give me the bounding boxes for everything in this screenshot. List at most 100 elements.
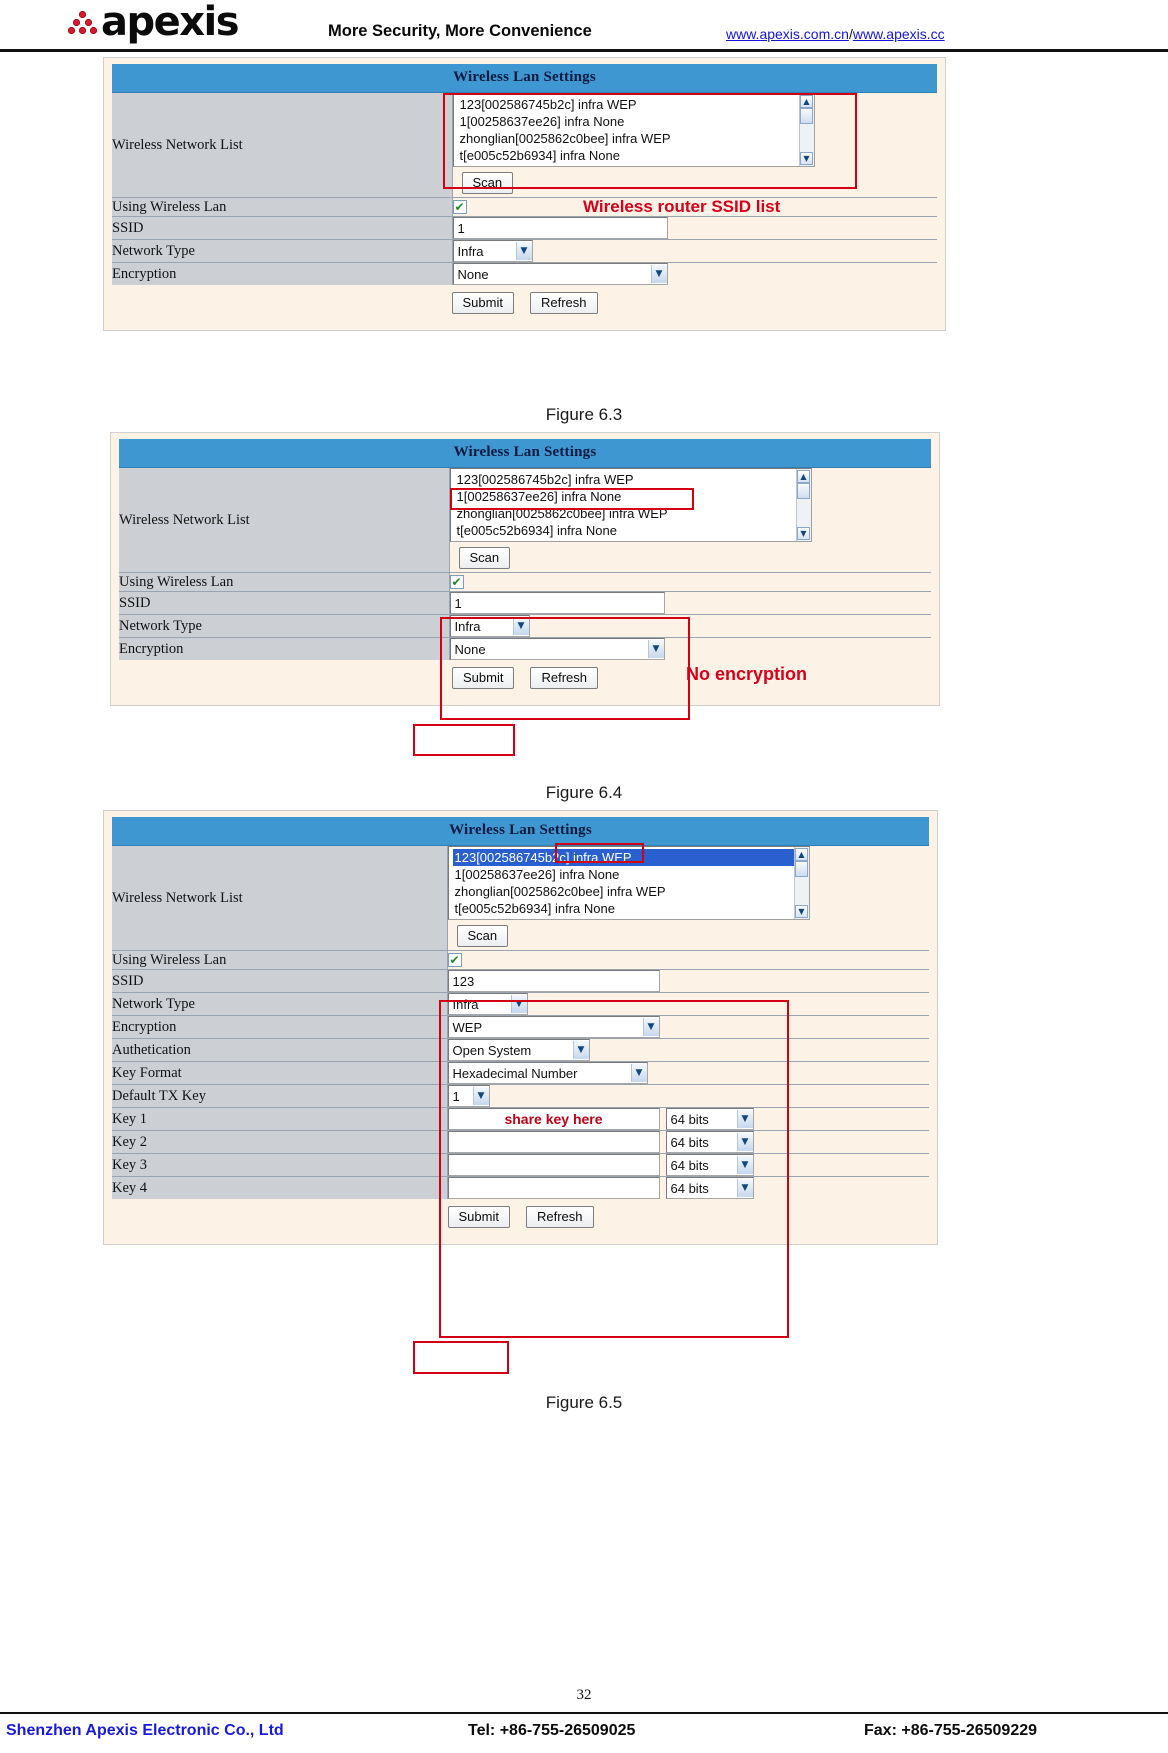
wireless-network-listbox[interactable]: 123[002586745b2c] infra WEP 1[00258637ee… bbox=[452, 93, 815, 167]
header-tagline: More Security, More Convenience bbox=[328, 22, 592, 40]
list-item[interactable]: 1[00258637ee26] infra None bbox=[455, 488, 796, 505]
using-wireless-lan-checkbox[interactable]: ✔ bbox=[449, 575, 464, 589]
key-format-select[interactable]: Hexadecimal Number ▼ bbox=[447, 1062, 648, 1084]
chevron-down-icon[interactable]: ▼ bbox=[512, 617, 529, 635]
key-2-bits-select[interactable]: 64 bits ▼ bbox=[665, 1131, 754, 1153]
list-item[interactable]: 123[002586745b2c] infra WEP bbox=[458, 96, 799, 113]
encryption-select[interactable]: None ▼ bbox=[452, 263, 668, 285]
encryption-select[interactable]: None ▼ bbox=[449, 638, 665, 660]
network-list-cell: 123[002586745b2c] infra WEP 1[00258637ee… bbox=[447, 846, 929, 951]
chevron-down-icon[interactable]: ▼ bbox=[515, 242, 532, 260]
chevron-down-icon[interactable]: ▼ bbox=[736, 1156, 753, 1174]
using-wireless-lan-label: Using Wireless Lan bbox=[112, 950, 448, 970]
scroll-down-icon[interactable]: ▼ bbox=[800, 152, 813, 165]
table-row: Network Type Infra ▼ bbox=[112, 239, 937, 263]
list-item[interactable]: zhonglian[0025862c0bee] infra WEP bbox=[458, 130, 799, 147]
chevron-down-icon[interactable]: ▼ bbox=[630, 1064, 647, 1082]
ssid-input[interactable]: 123 bbox=[447, 970, 660, 992]
scan-button[interactable]: Scan bbox=[456, 925, 509, 947]
figure-caption-6-4: Figure 6.4 bbox=[545, 783, 623, 802]
using-wireless-lan-cell: ✔ bbox=[449, 572, 931, 592]
list-item[interactable]: t[e005c52b6934] infra None bbox=[455, 522, 796, 539]
chevron-down-icon[interactable]: ▼ bbox=[510, 995, 527, 1013]
authentication-label: Authetication bbox=[112, 1038, 448, 1062]
scroll-up-icon[interactable]: ▲ bbox=[800, 95, 813, 108]
scroll-down-icon[interactable]: ▼ bbox=[797, 527, 810, 540]
chevron-down-icon[interactable]: ▼ bbox=[572, 1041, 589, 1059]
network-type-select[interactable]: Infra ▼ bbox=[447, 993, 528, 1015]
scroll-up-icon[interactable]: ▲ bbox=[795, 848, 808, 861]
authentication-select[interactable]: Open System ▼ bbox=[447, 1039, 590, 1061]
table-row: Encryption WEP ▼ bbox=[112, 1015, 929, 1039]
list-item[interactable]: t[e005c52b6934] infra None bbox=[453, 900, 794, 917]
encryption-label: Encryption bbox=[119, 637, 450, 660]
network-type-cell: Infra ▼ bbox=[452, 239, 937, 263]
listbox-scrollbar[interactable]: ▲ ▼ bbox=[798, 94, 814, 166]
key-1-bits-select[interactable]: 64 bits ▼ bbox=[665, 1108, 754, 1130]
chevron-down-icon[interactable]: ▼ bbox=[472, 1087, 489, 1105]
website-link-cn[interactable]: www.apexis.com.cn bbox=[726, 26, 849, 42]
list-item[interactable]: t[e005c52b6934] infra None bbox=[458, 147, 799, 164]
wireless-network-listbox[interactable]: 123[002586745b2c] infra WEP 1[00258637ee… bbox=[447, 846, 810, 920]
key-2-bits-value: 64 bits bbox=[670, 1134, 709, 1150]
chevron-down-icon[interactable]: ▼ bbox=[736, 1179, 753, 1197]
key-3-label: Key 3 bbox=[112, 1153, 448, 1177]
refresh-button[interactable]: Refresh bbox=[529, 292, 598, 314]
figure-6-5: Wireless Lan Settings Wireless Network L… bbox=[103, 810, 938, 1374]
figure-6-4: Wireless Lan Settings Wireless Network L… bbox=[110, 432, 940, 756]
scroll-up-icon[interactable]: ▲ bbox=[797, 470, 810, 483]
default-tx-key-select[interactable]: 1 ▼ bbox=[447, 1085, 490, 1107]
list-item[interactable]: 123[002586745b2c] infra WEP bbox=[455, 471, 796, 488]
table-row: SSID 123 bbox=[112, 969, 929, 993]
website-link-cc[interactable]: www.apexis.cc bbox=[853, 26, 945, 42]
using-wireless-lan-checkbox[interactable]: ✔ bbox=[452, 200, 467, 214]
ssid-input[interactable]: 1 bbox=[449, 592, 665, 614]
scrollbar-thumb[interactable] bbox=[800, 108, 813, 124]
list-item[interactable]: 1[00258637ee26] infra None bbox=[453, 866, 794, 883]
chevron-down-icon[interactable]: ▼ bbox=[642, 1018, 659, 1036]
key-4-input[interactable] bbox=[447, 1177, 660, 1199]
key-3-cell: 64 bits ▼ bbox=[447, 1153, 929, 1177]
submit-button[interactable]: Submit bbox=[451, 292, 514, 314]
list-item[interactable]: zhonglian[0025862c0bee] infra WEP bbox=[455, 505, 796, 522]
refresh-button[interactable]: Refresh bbox=[530, 667, 598, 689]
listbox-scrollbar[interactable]: ▲ ▼ bbox=[793, 847, 809, 919]
ssid-input[interactable]: 1 bbox=[452, 217, 668, 239]
submit-button[interactable]: Submit bbox=[452, 667, 515, 689]
wireless-network-listbox[interactable]: 123[002586745b2c] infra WEP 1[00258637ee… bbox=[449, 468, 812, 542]
key-2-input[interactable] bbox=[447, 1131, 660, 1153]
key-1-input[interactable]: share key here bbox=[447, 1108, 660, 1130]
encryption-select[interactable]: WEP ▼ bbox=[447, 1016, 660, 1038]
network-type-select[interactable]: Infra ▼ bbox=[449, 615, 530, 637]
network-type-value: Infra bbox=[454, 618, 481, 634]
chevron-down-icon[interactable]: ▼ bbox=[736, 1110, 753, 1128]
scroll-down-icon[interactable]: ▼ bbox=[795, 905, 808, 918]
refresh-button[interactable]: Refresh bbox=[525, 1206, 594, 1228]
scan-button[interactable]: Scan bbox=[458, 547, 511, 569]
list-item[interactable]: zhonglian[0025862c0bee] infra WEP bbox=[453, 883, 794, 900]
scan-button[interactable]: Scan bbox=[461, 172, 514, 194]
table-row: Wireless Network List 123[002586745b2c] … bbox=[112, 846, 929, 951]
chevron-down-icon[interactable]: ▼ bbox=[650, 265, 667, 283]
network-type-select[interactable]: Infra ▼ bbox=[452, 240, 533, 262]
scrollbar-thumb[interactable] bbox=[797, 483, 810, 499]
wireless-lan-settings-panel-64: Wireless Lan Settings Wireless Network L… bbox=[110, 432, 940, 706]
highlight-submit-button bbox=[413, 724, 515, 756]
key-3-bits-select[interactable]: 64 bits ▼ bbox=[665, 1154, 754, 1176]
encryption-cell: None ▼ bbox=[449, 637, 931, 660]
chevron-down-icon[interactable]: ▼ bbox=[647, 640, 664, 658]
key-3-input[interactable] bbox=[447, 1154, 660, 1176]
network-type-label: Network Type bbox=[119, 614, 450, 638]
scrollbar-thumb[interactable] bbox=[795, 861, 808, 877]
panel-title: Wireless Lan Settings bbox=[112, 64, 937, 93]
list-item[interactable]: 123[002586745b2c] infra WEP bbox=[452, 849, 794, 866]
using-wireless-lan-checkbox[interactable]: ✔ bbox=[447, 953, 462, 967]
list-item[interactable]: 1[00258637ee26] infra None bbox=[458, 113, 799, 130]
listbox-scrollbar[interactable]: ▲ ▼ bbox=[795, 469, 811, 541]
using-wireless-lan-label: Using Wireless Lan bbox=[112, 197, 453, 217]
highlight-submit-button bbox=[413, 1341, 509, 1374]
key-4-bits-select[interactable]: 64 bits ▼ bbox=[665, 1177, 754, 1199]
form-actions: Submit Refresh bbox=[112, 1199, 929, 1236]
submit-button[interactable]: Submit bbox=[447, 1206, 510, 1228]
chevron-down-icon[interactable]: ▼ bbox=[736, 1133, 753, 1151]
